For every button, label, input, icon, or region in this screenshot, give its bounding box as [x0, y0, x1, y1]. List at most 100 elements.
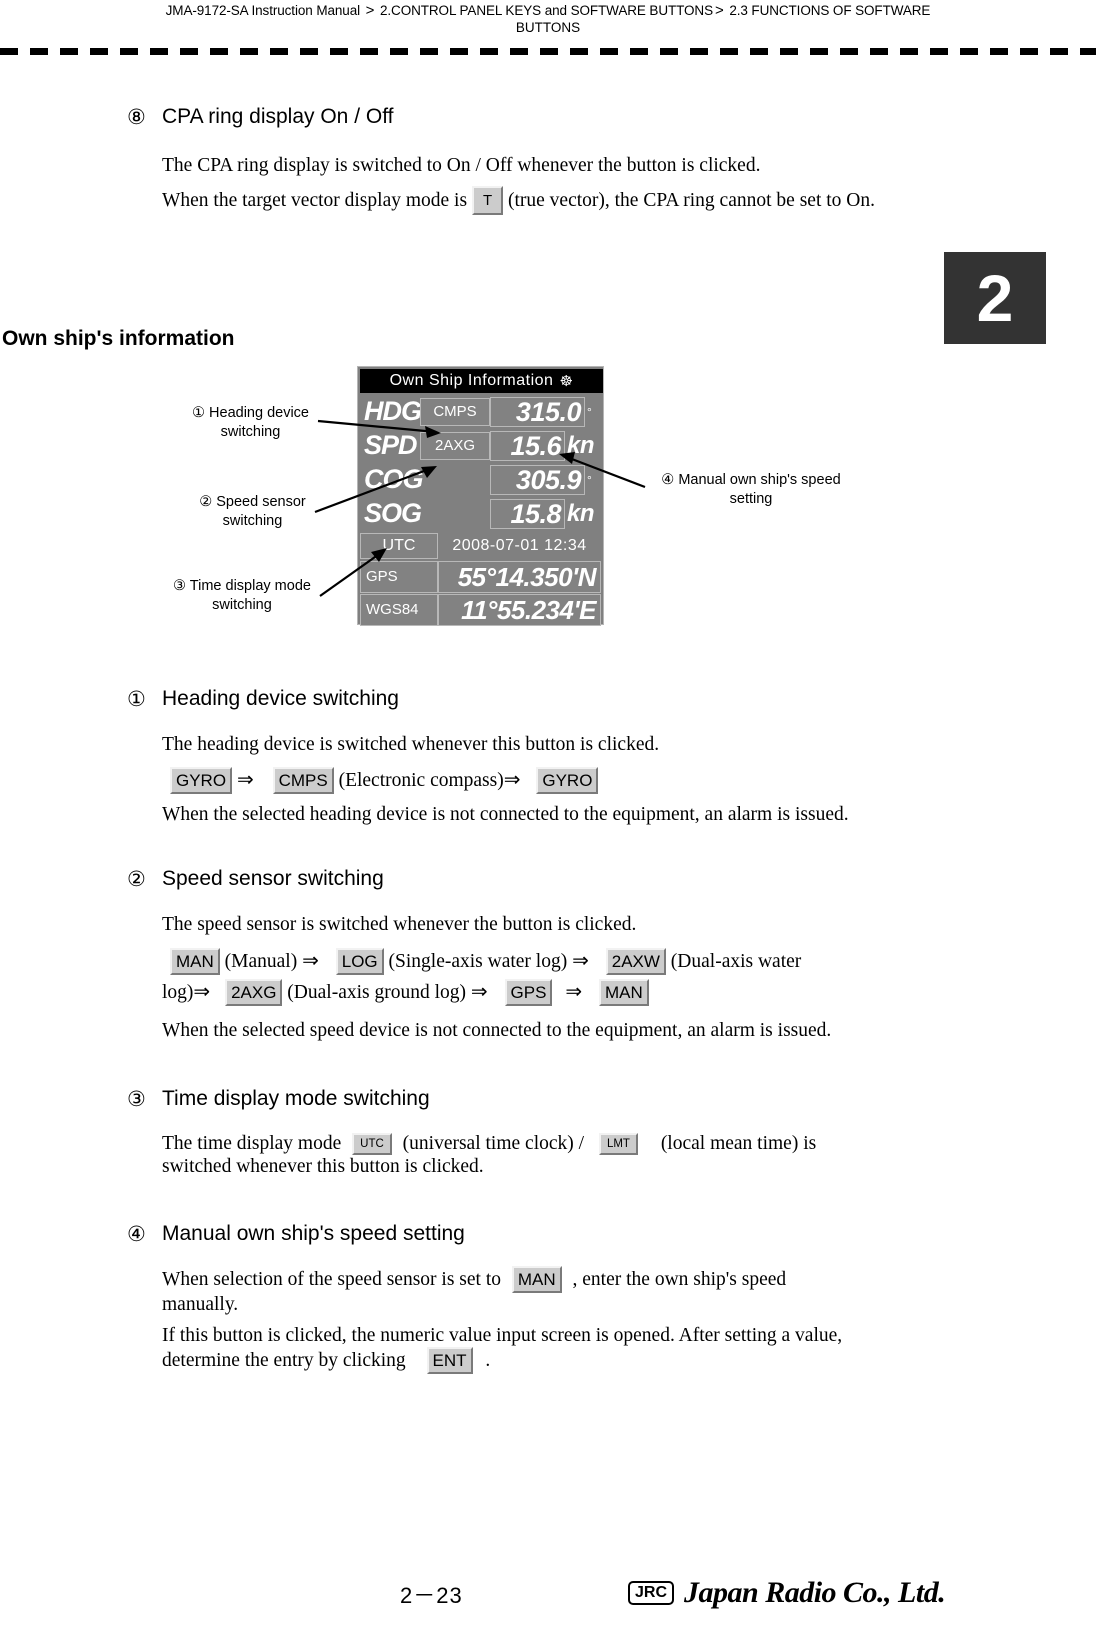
- own-ship-information-title: Own ship's information: [2, 327, 235, 350]
- 2axw-key[interactable]: 2AXW: [605, 948, 666, 976]
- callout-1-line-1: ① Heading device: [192, 405, 309, 421]
- item4-title: Manual own ship's speed setting: [162, 1222, 465, 1245]
- item2-arrow-1: ⇒: [302, 950, 319, 972]
- item2-single-axis-water-log-label: (Single-axis water log): [388, 951, 568, 972]
- osi-row-sog: SOG 15.8 kn: [360, 498, 603, 529]
- page-number: 2－23: [400, 1583, 463, 1608]
- item2-manual-label: (Manual): [224, 951, 298, 972]
- item1-sequence: GYRO ⇒ CMPS (Electronic compass)⇒ GYRO: [170, 767, 960, 795]
- osi-sog-unit: kn: [567, 499, 595, 527]
- osi-cog-label: COG: [364, 464, 424, 494]
- item3-text-a: The time display mode: [162, 1133, 342, 1154]
- item1-number: ①: [127, 688, 146, 711]
- callout-3-time-display: ③ Time display mode switching: [163, 577, 321, 615]
- breadcrumb-section-wrap: BUTTONS: [515, 20, 581, 35]
- gyro-key-1[interactable]: GYRO: [170, 767, 233, 795]
- item4-text-b: , enter the own ship's speed: [572, 1269, 787, 1290]
- osi-cog-degree: °: [587, 472, 592, 487]
- breadcrumb-separator-2: >: [714, 2, 724, 19]
- jrc-logo-mark: JRC: [628, 1581, 675, 1605]
- osi-spd-label: SPD: [364, 430, 418, 460]
- item8-title: CPA ring display On / Off: [162, 105, 394, 128]
- page-header: JMA-9172-SA Instruction Manual > 2.CONTR…: [0, 0, 1096, 48]
- item8-paragraph-2: When the target vector display mode is T…: [162, 186, 962, 216]
- item2-arrow-3: ⇒: [193, 981, 211, 1003]
- lmt-key[interactable]: LMT: [598, 1132, 638, 1155]
- callout-2-line-2: switching: [222, 513, 283, 529]
- item3-text-c: (local mean time) is: [660, 1133, 817, 1154]
- osi-sog-value: 15.8: [490, 498, 565, 529]
- item1-title: Heading device switching: [162, 687, 399, 710]
- osi-sog-label: SOG: [364, 498, 422, 528]
- item3-paragraph-line-2: switched whenever this button is clicked…: [162, 1156, 484, 1177]
- callout-1-line-2: switching: [220, 424, 281, 440]
- item4-text-a: When selection of the speed sensor is se…: [162, 1269, 501, 1290]
- item4-text-c: determine the entry by clicking: [162, 1350, 406, 1371]
- callout-4-manual-speed: ④ Manual own ship's speed setting: [651, 471, 851, 509]
- callout-1-heading-device: ① Heading device switching: [178, 404, 323, 442]
- header-dashed-rule: [0, 48, 1096, 55]
- osi-row-utc: UTC 2008-07-01 12:34: [360, 533, 603, 559]
- osi-hdg-label: HDG: [364, 396, 422, 426]
- man-key-3[interactable]: MAN: [511, 1266, 562, 1294]
- item8-para2-text-c: On.: [846, 189, 875, 211]
- cmps-key[interactable]: CMPS: [272, 767, 334, 795]
- item1-paragraph-1: The heading device is switched whenever …: [162, 734, 660, 755]
- item8-para2-text-a: When the target vector display mode is: [162, 189, 468, 211]
- osi-utc-value: 2008-07-01 12:34: [452, 537, 587, 554]
- item2-paragraph-1: The speed sensor is switched whenever th…: [162, 914, 637, 935]
- manual-speed-value[interactable]: 15.6: [490, 430, 565, 461]
- utc-key[interactable]: UTC: [352, 1132, 392, 1155]
- osi-gps-label: GPS: [360, 561, 438, 593]
- callout-4-line-1: ④ Manual own ship's speed: [661, 472, 841, 488]
- item2-log-continuation: log): [162, 982, 194, 1003]
- 2axg-key[interactable]: 2AXG: [225, 979, 283, 1007]
- item4-paragraph-2-line-2: determine the entry by clicking ENT .: [162, 1347, 992, 1375]
- ent-key[interactable]: ENT: [426, 1347, 473, 1375]
- true-vector-key[interactable]: T: [471, 186, 504, 215]
- breadcrumb: JMA-9172-SA Instruction Manual > 2.CONTR…: [0, 2, 1096, 19]
- gyro-key-2[interactable]: GYRO: [536, 767, 599, 795]
- item2-sequence-line-2: log)⇒ 2AXG (Dual-axis ground log) ⇒ GPS …: [162, 979, 952, 1007]
- item1-paragraph-2: When the selected heading device is not …: [162, 804, 849, 825]
- item2-paragraph-2: When the selected speed device is not co…: [162, 1020, 832, 1041]
- item8-paragraph-1: The CPA ring display is switched to On /…: [162, 155, 761, 176]
- breadcrumb-section: 2.3 FUNCTIONS OF SOFTWARE: [729, 3, 931, 18]
- item1-arrow-1: ⇒: [236, 769, 254, 791]
- osi-row-spd: SPD 2AXG 15.6 kn: [360, 430, 603, 461]
- osi-row-cog: COG 305.9 °: [360, 464, 603, 495]
- man-key-1[interactable]: MAN: [170, 948, 220, 976]
- osi-hdg-degree: °: [587, 404, 592, 419]
- log-key[interactable]: LOG: [335, 948, 384, 976]
- osi-cog-value: 305.9: [490, 464, 585, 495]
- breadcrumb-manual: JMA-9172-SA Instruction Manual: [165, 3, 361, 18]
- ship-wheel-icon: ☸: [559, 372, 574, 390]
- item3-number: ③: [127, 1088, 146, 1111]
- time-display-mode-button[interactable]: UTC: [360, 533, 438, 559]
- item4-paragraph-2-line-1: If this button is clicked, the numeric v…: [162, 1325, 843, 1346]
- osi-title-text: Own Ship Information: [389, 372, 554, 389]
- callout-3-line-1: ③ Time display mode: [173, 578, 311, 594]
- speed-sensor-button[interactable]: 2AXG: [420, 431, 490, 460]
- chapter-tab: 2: [944, 252, 1046, 344]
- heading-device-button[interactable]: CMPS: [420, 397, 490, 426]
- company-logo: JRC Japan Radio Co., Ltd.: [628, 1576, 946, 1610]
- osi-row-wgs84: WGS84 11°55.234'E: [360, 594, 603, 626]
- breadcrumb-separator-1: >: [365, 2, 375, 19]
- man-key-2[interactable]: MAN: [598, 979, 649, 1007]
- item8-para2-text-b: (true vector), the CPA ring cannot be se…: [507, 189, 842, 211]
- item3-text-b: (universal time clock) /: [402, 1133, 585, 1154]
- osi-row-hdg: HDG CMPS 315.0 °: [360, 396, 603, 427]
- callout-4-line-2: setting: [729, 491, 773, 507]
- osi-hdg-value: 315.0: [490, 396, 585, 427]
- osi-wgs84-label: WGS84: [360, 594, 438, 626]
- gps-key[interactable]: GPS: [504, 979, 553, 1007]
- callout-3-line-2: switching: [212, 597, 272, 613]
- item2-title: Speed sensor switching: [162, 867, 384, 890]
- item2-sequence-line-1: MAN (Manual) ⇒ LOG (Single-axis water lo…: [170, 948, 960, 976]
- osi-row-gps: GPS 55°14.350'N: [360, 561, 603, 593]
- own-ship-information-panel: Own Ship Information ☸ HDG CMPS 315.0 ° …: [357, 366, 604, 626]
- item2-number: ②: [127, 868, 146, 891]
- item4-text-d: .: [485, 1350, 491, 1371]
- item2-arrow-5: ⇒: [565, 981, 583, 1003]
